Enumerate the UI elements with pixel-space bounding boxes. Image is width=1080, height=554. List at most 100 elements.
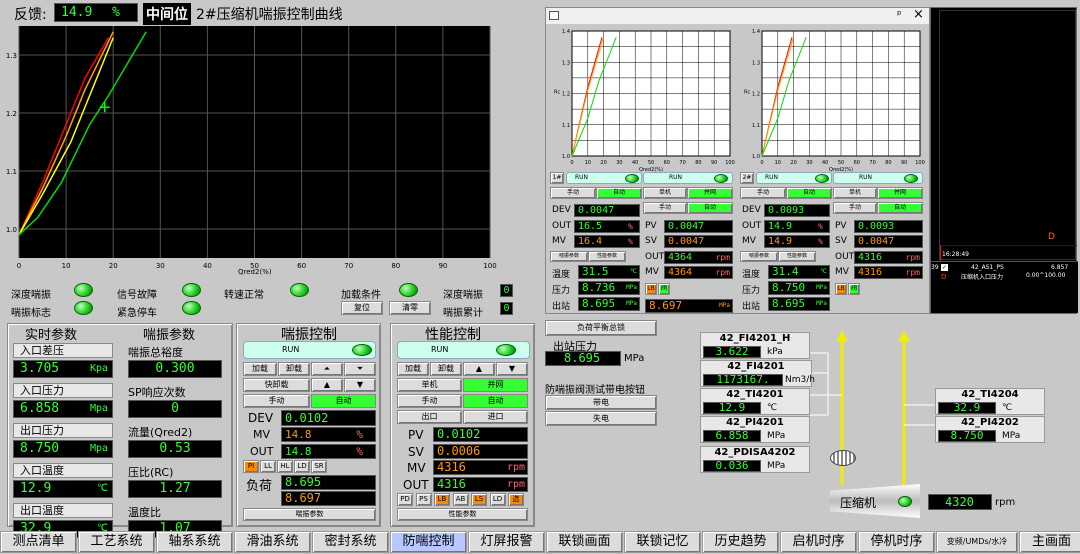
pin-icon[interactable]: ᵖ [897, 8, 902, 21]
load-button[interactable]: 加载 [243, 362, 277, 376]
unit-valve-btn[interactable]: 阀 [848, 283, 860, 295]
deep-surge-led [74, 283, 93, 297]
unit-run-bar[interactable]: RUN [566, 172, 642, 184]
surge-flag-pi[interactable]: PI [243, 460, 259, 473]
nav-tab-4[interactable]: 密封系统 [312, 531, 389, 553]
clear-button[interactable]: 清零 [389, 301, 431, 315]
nav-tab-0[interactable]: 测点清单 [0, 531, 77, 553]
perf-flag-3[interactable]: AB [452, 493, 469, 506]
unit-dev-value: 0.0093 [768, 205, 805, 216]
deenergize-button[interactable]: 失电 [545, 411, 657, 426]
tag-box-42_pi4201[interactable]: 42_PI4201 6.858 MPa [700, 416, 810, 443]
perf-up-button[interactable]: ▲ [463, 362, 495, 376]
single-button[interactable]: 单机 [397, 378, 462, 392]
surge-run-led [352, 344, 372, 356]
fast-down-button[interactable]: ⏷ [344, 362, 376, 376]
unit-auto-btn[interactable]: 自动 [596, 187, 642, 199]
unit-tag[interactable]: 1# [550, 172, 564, 184]
surge-flag-hl[interactable]: HL [277, 460, 293, 473]
unit-x-tick: 0 [760, 160, 763, 166]
unit-run-bar-2[interactable]: RUN [833, 172, 923, 184]
up-button[interactable]: ▲ [311, 378, 343, 392]
surge-flag-ll[interactable]: LL [260, 460, 276, 473]
unit-run-bar-2[interactable]: RUN [643, 172, 733, 184]
perf-flag-6[interactable]: 选 [508, 493, 524, 506]
tag-box-42_ti4204[interactable]: 42_TI4204 32.9 ℃ [935, 388, 1045, 415]
energize-button[interactable]: 带电 [545, 395, 657, 410]
perf-run-bar[interactable]: RUN [397, 341, 530, 359]
unit-single-btn[interactable]: 单机 [643, 187, 687, 199]
perf-flag-4[interactable]: LS [471, 493, 487, 506]
nav-tab-13[interactable]: 主画面 [1019, 531, 1080, 553]
nav-tab-5[interactable]: 防喘控制 [390, 531, 467, 553]
perf-flag-0[interactable]: PD [397, 493, 413, 506]
unit-lb-btn[interactable]: LB [645, 283, 657, 295]
perf-params-button[interactable]: 性能参数 [397, 508, 528, 521]
fast-unload-button[interactable]: 快卸载 [243, 378, 310, 392]
unit-surge-params-btn[interactable]: 喘振参数 [740, 251, 778, 262]
tag-box-42_pdisa4202[interactable]: 42_PDISA4202 0.036 MPa [700, 446, 810, 473]
close-icon[interactable]: × [913, 7, 924, 22]
perf-flag-1[interactable]: PS [415, 493, 432, 506]
parallel-button[interactable]: 并网 [463, 378, 528, 392]
surge-params-button[interactable]: 喘振参数 [243, 508, 376, 521]
perf-flag-2[interactable]: LB [434, 493, 450, 506]
unit-auto-btn-2[interactable]: 自动 [877, 202, 923, 214]
reset-button[interactable]: 复位 [341, 301, 383, 315]
outlet-button[interactable]: 出口 [397, 410, 462, 424]
x-tick-label: 10 [62, 262, 71, 270]
unit-manual-btn[interactable]: 手动 [550, 187, 596, 199]
nav-tab-10[interactable]: 启机时序 [780, 531, 857, 553]
trend-checkbox[interactable]: ✓ [941, 264, 948, 271]
unit-auto-btn[interactable]: 自动 [786, 187, 832, 199]
nav-tab-7[interactable]: 联锁画面 [546, 531, 623, 553]
down-button[interactable]: ▼ [344, 378, 376, 392]
unit-run-bar[interactable]: RUN [756, 172, 832, 184]
unit-parallel-btn[interactable]: 并网 [877, 187, 923, 199]
perf-manual-button[interactable]: 手动 [397, 394, 462, 408]
perf-down-button[interactable]: ▼ [496, 362, 528, 376]
surge-flag-ld[interactable]: LD [294, 460, 310, 473]
perf-flag-5[interactable]: LD [489, 493, 506, 506]
unit-auto-btn-2[interactable]: 自动 [687, 202, 733, 214]
unit-manual-btn-2[interactable]: 手动 [643, 202, 687, 214]
unit-tag[interactable]: 2# [740, 172, 754, 184]
unit-valve-btn[interactable]: 阀 [658, 283, 670, 295]
surge-manual-button[interactable]: 手动 [243, 394, 310, 408]
fast-up-button[interactable]: ⏶ [311, 362, 343, 376]
unit-dev-label: DEV [742, 205, 761, 215]
surge-auto-button[interactable]: 自动 [311, 394, 376, 408]
nav-tab-11[interactable]: 停机时序 [858, 531, 935, 553]
surge-run-bar[interactable]: RUN [243, 341, 376, 359]
tag-box-42_pi4202[interactable]: 42_PI4202 8.750 MPa [935, 416, 1045, 443]
unit-manual-btn[interactable]: 手动 [740, 187, 786, 199]
unit-perf-params-btn[interactable]: 性能参数 [588, 251, 626, 262]
nav-tab-12[interactable]: 变频/UMDs/水冷 [936, 531, 1018, 553]
realtime-unit: Mpa [89, 403, 108, 414]
tag-box-42_fi4201[interactable]: 42_FI4201 1173167. Nm3/h [700, 360, 815, 387]
unit-run-label: RUN [765, 174, 779, 181]
perf-load-button[interactable]: 加载 [397, 362, 429, 376]
surge-flag-sr[interactable]: SR [311, 460, 327, 473]
nav-tab-2[interactable]: 轴系系统 [156, 531, 233, 553]
unit-single-btn[interactable]: 单机 [833, 187, 877, 199]
load-balance-button[interactable]: 负荷平衡总锁 [545, 320, 657, 336]
unit-lb-btn[interactable]: LB [835, 283, 847, 295]
nav-tab-9[interactable]: 历史趋势 [702, 531, 779, 553]
unit-y-tick: 1.3 [752, 60, 760, 66]
perf-auto-button[interactable]: 自动 [463, 394, 528, 408]
unit-surge-params-btn[interactable]: 喘振参数 [550, 251, 588, 262]
inlet-button[interactable]: 进口 [463, 410, 528, 424]
nav-tab-3[interactable]: 滑油系统 [234, 531, 311, 553]
tag-box-42_fi4201_h[interactable]: 42_FI4201_H 3.622 kPa [700, 332, 810, 359]
nav-tab-1[interactable]: 工艺系统 [78, 531, 155, 553]
unit-sv-label: SV [645, 236, 657, 246]
nav-tab-6[interactable]: 灯屏报警 [468, 531, 545, 553]
unit-manual-btn-2[interactable]: 手动 [833, 202, 877, 214]
unload-button[interactable]: 卸载 [278, 362, 310, 376]
perf-unload-button[interactable]: 卸载 [430, 362, 462, 376]
unit-perf-params-btn[interactable]: 性能参数 [778, 251, 816, 262]
tag-box-42_ti4201[interactable]: 42_TI4201 12.9 ℃ [700, 388, 810, 415]
nav-tab-8[interactable]: 联锁记忆 [624, 531, 701, 553]
unit-parallel-btn[interactable]: 并网 [687, 187, 733, 199]
